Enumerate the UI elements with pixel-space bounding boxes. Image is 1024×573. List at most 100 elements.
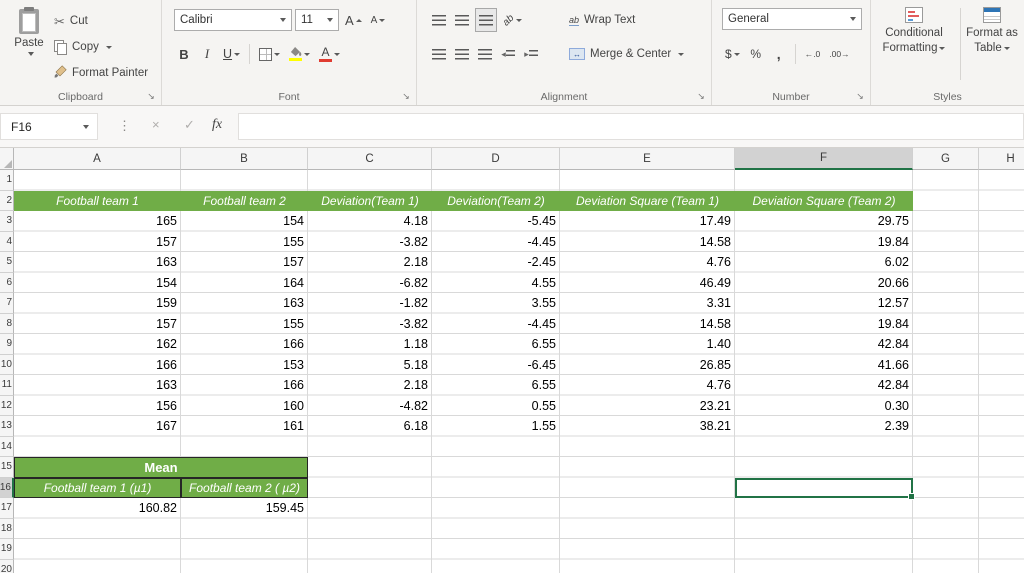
cell-E5[interactable]: 4.76	[560, 252, 735, 273]
decrease-decimal-button[interactable]: .00→	[826, 42, 852, 66]
cell-B4[interactable]: 155	[181, 232, 308, 253]
clipboard-dialog-launcher-icon[interactable]: ↘	[145, 90, 157, 102]
font-size-combo[interactable]: 11	[295, 9, 339, 31]
row-header-15[interactable]: 15	[0, 457, 14, 478]
row-header-4[interactable]: 4	[0, 231, 14, 252]
column-header-C[interactable]: C	[308, 148, 432, 170]
cell-F12[interactable]: 0.30	[735, 396, 913, 417]
cell-D8[interactable]: -4.45	[432, 314, 560, 335]
cell-A8[interactable]: 157	[14, 314, 181, 335]
cell-A6[interactable]: 154	[14, 273, 181, 294]
cell-C6[interactable]: -6.82	[308, 273, 432, 294]
cell-F7[interactable]: 12.57	[735, 293, 913, 314]
cell-mean-value-B17[interactable]: 159.45	[181, 498, 308, 519]
column-header-G[interactable]: G	[913, 148, 979, 170]
row-header-3[interactable]: 3	[0, 211, 14, 232]
cell-F13[interactable]: 2.39	[735, 416, 913, 437]
row-header-10[interactable]: 10	[0, 354, 14, 375]
header-cell-E2[interactable]: Deviation Square (Team 1)	[560, 190, 735, 211]
cell-D12[interactable]: 0.55	[432, 396, 560, 417]
percent-style-button[interactable]: %	[746, 42, 766, 66]
cell-D3[interactable]: -5.45	[432, 211, 560, 232]
enter-icon[interactable]: ✓	[184, 117, 195, 133]
fill-color-button[interactable]	[286, 42, 313, 66]
cell-B12[interactable]: 160	[181, 396, 308, 417]
cell-B10[interactable]: 153	[181, 355, 308, 376]
cancel-icon[interactable]: ×	[152, 117, 160, 132]
header-cell-D2[interactable]: Deviation(Team 2)	[432, 190, 560, 211]
format-painter-button[interactable]: Format Painter	[54, 62, 148, 84]
cell-E6[interactable]: 46.49	[560, 273, 735, 294]
row-header-14[interactable]: 14	[0, 436, 14, 457]
cell-F3[interactable]: 29.75	[735, 211, 913, 232]
column-header-H[interactable]: H	[979, 148, 1024, 170]
cell-D10[interactable]: -6.45	[432, 355, 560, 376]
number-dialog-launcher-icon[interactable]: ↘	[854, 90, 866, 102]
select-all-corner[interactable]	[0, 148, 14, 170]
cell-B11[interactable]: 166	[181, 375, 308, 396]
cell-F9[interactable]: 42.84	[735, 334, 913, 355]
header-cell-C2[interactable]: Deviation(Team 1)	[308, 190, 432, 211]
cell-E10[interactable]: 26.85	[560, 355, 735, 376]
cell-D7[interactable]: 3.55	[432, 293, 560, 314]
format-as-table-button[interactable]: Format as Table	[961, 4, 1023, 86]
cell-A4[interactable]: 157	[14, 232, 181, 253]
cell-A9[interactable]: 162	[14, 334, 181, 355]
cell-F11[interactable]: 42.84	[735, 375, 913, 396]
cell-E12[interactable]: 23.21	[560, 396, 735, 417]
decrease-indent-button[interactable]: ◂	[498, 42, 518, 66]
cell-C3[interactable]: 4.18	[308, 211, 432, 232]
conditional-formatting-button[interactable]: Conditional Formatting	[875, 4, 953, 86]
cell-D4[interactable]: -4.45	[432, 232, 560, 253]
cell-mean-title[interactable]: Mean	[14, 457, 308, 478]
cell-C4[interactable]: -3.82	[308, 232, 432, 253]
row-header-16[interactable]: 16	[0, 477, 14, 498]
name-box[interactable]: F16	[0, 113, 98, 140]
formula-input[interactable]	[238, 113, 1024, 140]
align-top-button[interactable]	[429, 8, 449, 32]
column-header-B[interactable]: B	[181, 148, 308, 170]
cell-F10[interactable]: 41.66	[735, 355, 913, 376]
borders-button[interactable]	[256, 42, 283, 66]
row-header-1[interactable]: 1	[0, 170, 14, 191]
align-middle-button[interactable]	[452, 8, 472, 32]
font-name-combo[interactable]: Calibri	[174, 9, 292, 31]
cell-C13[interactable]: 6.18	[308, 416, 432, 437]
align-bottom-button[interactable]	[475, 8, 497, 32]
cell-A3[interactable]: 165	[14, 211, 181, 232]
header-cell-F2[interactable]: Deviation Square (Team 2)	[735, 190, 913, 211]
cell-A10[interactable]: 166	[14, 355, 181, 376]
row-header-2[interactable]: 2	[0, 190, 14, 211]
cell-E11[interactable]: 4.76	[560, 375, 735, 396]
italic-button[interactable]: I	[197, 42, 217, 66]
row-header-20[interactable]: 20	[0, 559, 14, 573]
cell-C5[interactable]: 2.18	[308, 252, 432, 273]
wrap-text-button[interactable]: ab Wrap Text	[569, 9, 635, 31]
cell-E3[interactable]: 17.49	[560, 211, 735, 232]
cell-mean-value-A17[interactable]: 160.82	[14, 498, 181, 519]
row-header-11[interactable]: 11	[0, 375, 14, 396]
cell-C8[interactable]: -3.82	[308, 314, 432, 335]
cell-D5[interactable]: -2.45	[432, 252, 560, 273]
row-header-8[interactable]: 8	[0, 313, 14, 334]
cell-B7[interactable]: 163	[181, 293, 308, 314]
selected-cell-F16[interactable]	[735, 477, 915, 500]
row-header-7[interactable]: 7	[0, 293, 14, 314]
cell-F5[interactable]: 6.02	[735, 252, 913, 273]
merge-center-button[interactable]: ↔ Merge & Center	[569, 43, 685, 65]
font-dialog-launcher-icon[interactable]: ↘	[400, 90, 412, 102]
cell-C7[interactable]: -1.82	[308, 293, 432, 314]
number-format-combo[interactable]: General	[722, 8, 862, 30]
align-right-button[interactable]	[475, 42, 495, 66]
cell-D9[interactable]: 6.55	[432, 334, 560, 355]
copy-button[interactable]: Copy	[54, 36, 112, 58]
cut-button[interactable]: ✂ Cut	[54, 10, 88, 32]
cell-A12[interactable]: 156	[14, 396, 181, 417]
row-header-13[interactable]: 13	[0, 416, 14, 437]
orientation-button[interactable]: ab	[500, 8, 525, 32]
comma-style-button[interactable]: ,	[769, 42, 789, 66]
header-cell-B2[interactable]: Football team 2	[181, 190, 308, 211]
paste-button[interactable]: Paste	[6, 5, 52, 87]
row-header-18[interactable]: 18	[0, 518, 14, 539]
grow-font-button[interactable]: A	[342, 8, 365, 32]
